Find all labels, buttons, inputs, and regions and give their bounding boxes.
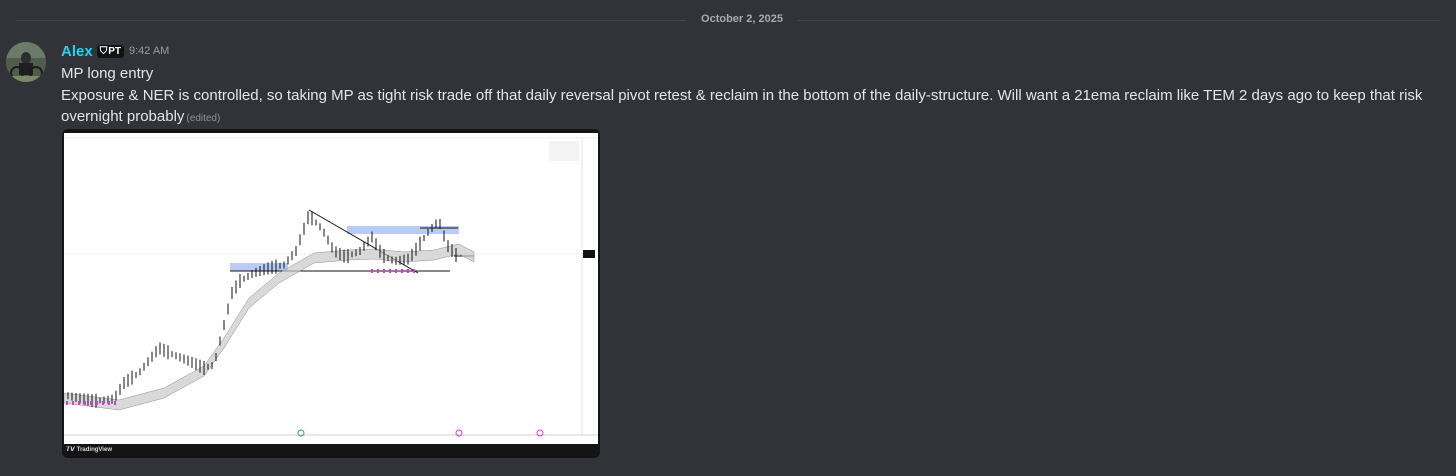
divider-line-left bbox=[16, 20, 686, 21]
magenta-marker bbox=[72, 401, 74, 405]
date-divider: October 2, 2025 bbox=[0, 0, 1456, 40]
image-attachment[interactable]: 𝙏𝙑 TradingView bbox=[62, 129, 600, 458]
magenta-marker bbox=[401, 269, 403, 273]
message-line: MP long entry bbox=[61, 65, 154, 82]
magenta-marker bbox=[395, 269, 397, 273]
magenta-marker bbox=[90, 401, 92, 405]
magenta-marker bbox=[371, 269, 373, 273]
magenta-marker bbox=[78, 401, 80, 405]
magenta-marker bbox=[84, 401, 86, 405]
edited-indicator: (edited) bbox=[186, 113, 221, 124]
tradingview-chart-image[interactable] bbox=[63, 133, 598, 444]
magenta-marker bbox=[102, 401, 104, 405]
magenta-marker bbox=[407, 269, 409, 273]
magenta-marker bbox=[114, 401, 116, 405]
magenta-marker bbox=[96, 401, 98, 405]
message-timestamp[interactable]: 9:42 AM bbox=[129, 45, 169, 57]
message-line-text: overnight probably bbox=[61, 108, 185, 125]
tradingview-footer: 𝙏𝙑 TradingView bbox=[66, 446, 112, 454]
date-divider-label: October 2, 2025 bbox=[701, 13, 783, 25]
message-line: overnight probably (edited) bbox=[61, 106, 1446, 130]
magenta-marker bbox=[66, 401, 68, 405]
chart-svg bbox=[63, 133, 598, 444]
message-line: Exposure & NER is controlled, so taking … bbox=[61, 86, 1423, 104]
username[interactable]: Alex bbox=[61, 43, 93, 60]
divider-line-right bbox=[798, 20, 1440, 21]
magenta-marker bbox=[413, 269, 415, 273]
magenta-marker bbox=[383, 269, 385, 273]
tradingview-logo-icon: 𝙏𝙑 bbox=[66, 447, 75, 453]
server-tag[interactable]: ⛉ PT bbox=[96, 44, 124, 58]
avatar[interactable] bbox=[6, 42, 46, 82]
message-header: Alex ⛉ PT 9:42 AM bbox=[61, 41, 169, 61]
tradingview-footer-label: TradingView bbox=[76, 446, 112, 453]
magenta-marker bbox=[389, 269, 391, 273]
shield-icon: ⛉ bbox=[99, 45, 108, 57]
message-content: MP long entry Exposure & NER is controll… bbox=[61, 63, 1446, 130]
magenta-marker bbox=[108, 401, 110, 405]
magenta-marker bbox=[377, 269, 379, 273]
server-tag-label: PT bbox=[108, 45, 121, 57]
